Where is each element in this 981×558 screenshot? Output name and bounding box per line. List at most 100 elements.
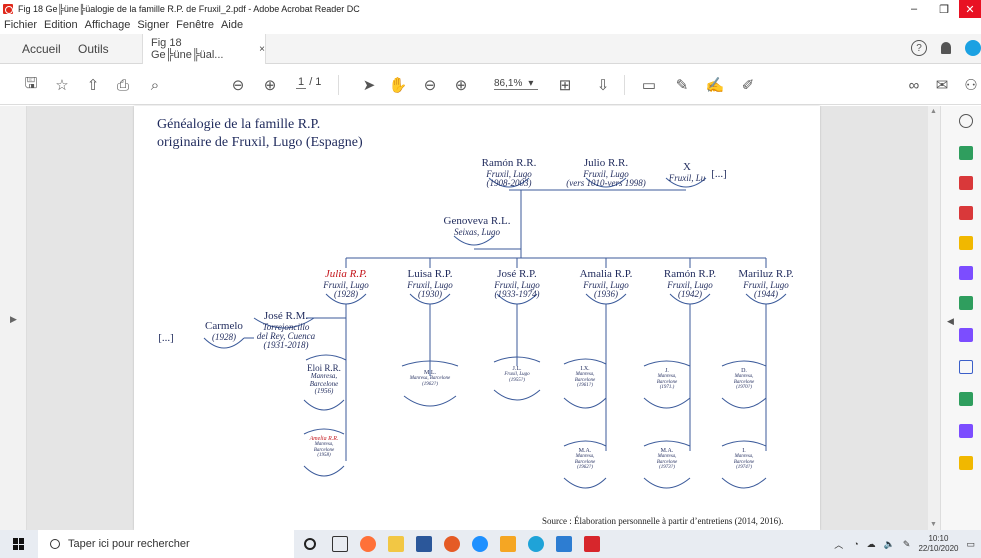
start-button[interactable] [0,530,38,558]
acrobat-taskbar-icon[interactable] [584,536,600,552]
volume-icon[interactable]: 🔈 [884,539,895,550]
menu-fichier[interactable]: Fichier [4,19,37,31]
person-place: Fruxil, Lu [668,172,706,183]
network-icon[interactable]: ◔ [853,539,858,549]
notification-bell-icon[interactable] [941,42,951,54]
person-dates: (1973?) [659,464,675,470]
tool-icon-1[interactable] [959,114,973,128]
window-controls: – ❐ ✕ [899,0,981,18]
help-icon[interactable]: ? [911,40,927,56]
more-siblings-marker: [...] [158,332,174,344]
tray-chevron-icon[interactable]: ︿ [834,538,843,551]
previous-page-icon[interactable]: ⊖ [229,76,247,94]
firefox-icon[interactable] [360,536,376,552]
pdf-page: Généalogie de la famille R.P. originaire… [134,106,820,530]
menu-aide[interactable]: Aide [221,19,243,31]
task-view-icon[interactable] [332,536,348,552]
person-dates: (1971.) [659,384,675,390]
export-pdf-icon[interactable] [959,146,973,160]
app-icon-yellow[interactable] [500,536,516,552]
onedrive-icon[interactable]: ☁ [867,539,876,550]
page-number-field[interactable]: 1 / 1 [296,76,321,89]
scan-icon[interactable] [959,296,973,310]
clock-date: 22/10/2020 [918,544,959,553]
person-i: I. Manresa, Barcelone (1974?) [717,448,771,470]
app-icon-orange[interactable] [444,536,460,552]
notifications-icon[interactable]: ▭ [966,539,975,550]
comment-icon[interactable]: ▭ [640,76,658,94]
person-ix: I.X. Manresa, Barcelone (1961?) [558,366,612,388]
tab-document[interactable]: Fig 18 Ge╠üne╠üal... × [142,34,266,64]
cortana-icon[interactable] [304,538,316,550]
collapse-right-panel-icon[interactable]: ◀ [947,316,954,327]
scroll-down-icon[interactable]: ▼ [930,521,937,528]
tab-close-icon[interactable]: × [259,44,265,55]
photos-icon[interactable] [556,536,572,552]
comment-tool-icon[interactable] [959,236,973,250]
profile-icon[interactable] [965,40,981,56]
person-dates: (1942) [678,288,702,299]
toolbar-divider [624,75,625,95]
file-explorer-icon[interactable] [388,536,404,552]
combine-files-icon[interactable] [959,266,973,280]
clock-time: 10:10 [928,534,949,543]
clock[interactable]: 10:10 22/10/2020 [918,534,958,554]
person-name: Carmelo [205,320,243,332]
word-icon[interactable] [416,536,432,552]
taskbar-search[interactable]: Taper ici pour rechercher [38,530,294,558]
zoom-out-icon[interactable]: ⊖ [421,76,439,94]
organize-pages-icon[interactable] [959,176,973,190]
sign-icon[interactable]: ✍ [706,76,725,94]
maximize-button[interactable]: ❐ [929,0,959,18]
protect-icon[interactable] [959,360,973,374]
tab-outils[interactable]: Outils [78,34,109,64]
vertical-scrollbar[interactable]: ▲ ▼ [928,106,940,530]
app-icon-blue[interactable] [472,536,488,552]
person-name: X [683,161,691,173]
link-tool-icon[interactable]: ∞ [905,76,923,94]
person-name: Julia R.P. [324,268,368,280]
tab-bar: Accueil Outils Fig 18 Ge╠üne╠üal... × ? [0,34,981,64]
email-icon[interactable]: ✉ [933,76,951,94]
menu-signer[interactable]: Signer [137,19,169,31]
person-dates: (1931-2018) [263,340,309,351]
scroll-up-icon[interactable]: ▲ [930,108,937,115]
bookmark-star-icon[interactable]: ☆ [53,76,71,94]
hand-tool-icon[interactable]: ✋ [389,76,408,94]
save-icon[interactable]: 🖫 [22,75,40,94]
document-viewport[interactable]: ▶ Généalogie de la famille R.P. originai… [0,106,940,530]
pen-icon[interactable]: ✎ [903,539,911,550]
more-tools-icon[interactable] [959,456,973,470]
minimize-button[interactable]: – [899,0,929,18]
edge-icon[interactable] [528,536,544,552]
send-sign-icon[interactable] [959,424,973,438]
cloud-upload-icon[interactable]: ⇧ [84,76,102,94]
highlight-pen-icon[interactable]: ✎ [673,76,691,94]
toolbar-divider [338,75,339,95]
person-name: José R.M. [263,310,309,322]
tab-accueil[interactable]: Accueil [22,34,61,64]
print-icon[interactable]: ⎙ [114,76,132,94]
fill-sign-tool-icon[interactable] [959,328,973,342]
scroll-mode-icon[interactable]: ⇩ [594,76,612,94]
acrobat-app-icon [3,4,13,14]
current-page[interactable]: 1 [296,76,307,89]
zoom-select[interactable]: 86,1% ▾ [494,78,538,90]
select-cursor-icon[interactable]: ➤ [360,76,378,94]
expand-left-panel-icon[interactable]: ▶ [10,314,17,325]
next-page-icon[interactable]: ⊕ [261,76,279,94]
person-dates: (1962?) [577,464,593,470]
person-carmelo: Carmelo (1928) [199,320,249,342]
menu-fenetre[interactable]: Fenêtre [176,19,214,31]
compare-icon[interactable] [959,392,973,406]
fill-sign-icon[interactable]: ✐ [739,76,757,94]
arc-genoveva [453,235,495,246]
search-icon[interactable]: ⌕ [146,76,164,94]
fit-page-icon[interactable]: ⊞ [556,76,574,94]
share-user-icon[interactable]: ⚇ [962,76,980,94]
menu-edition[interactable]: Edition [44,19,78,31]
zoom-in-icon[interactable]: ⊕ [452,76,470,94]
close-button[interactable]: ✕ [959,0,981,18]
menu-affichage[interactable]: Affichage [85,19,131,31]
edit-pdf-icon[interactable] [959,206,973,220]
